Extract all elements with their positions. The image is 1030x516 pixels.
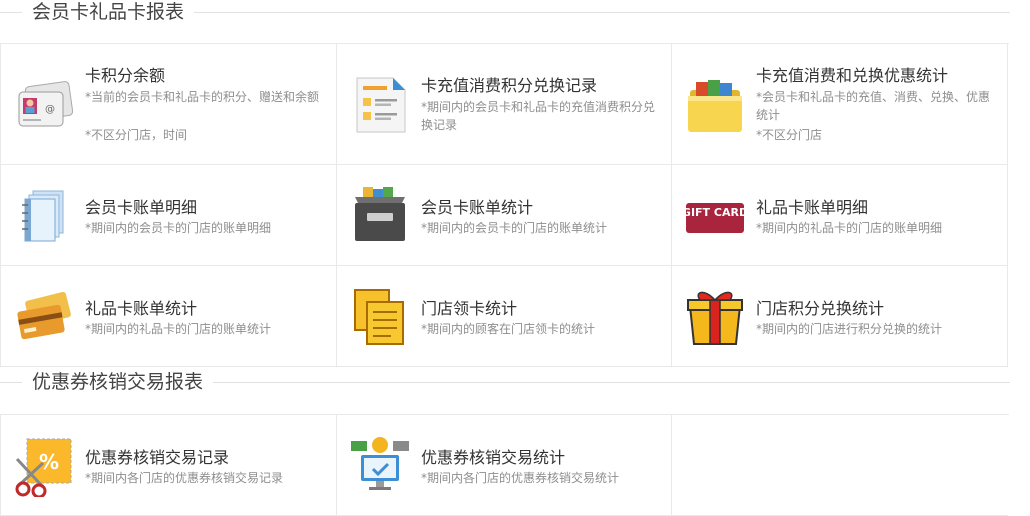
section-heading: 会员卡礼品卡报表 [22, 0, 195, 24]
report-title: 优惠券核销交易统计 [421, 448, 566, 467]
report-description: *期间内的会员卡和礼品卡的充值消费积分兑换记录 [421, 100, 656, 132]
report-description: *期间内的顾客在门店领卡的统计 [421, 322, 596, 336]
empty-cell [672, 415, 1008, 516]
credit-cards-icon [17, 291, 71, 340]
report-grid-member-gift-card: @ 卡积分余额 *当前的会员卡和礼品卡的积分、赠送和余额 *不区分门店，时间 卡… [0, 43, 1009, 367]
report-title: 门店领卡统计 [421, 299, 518, 318]
report-title: 礼品卡账单统计 [85, 299, 198, 318]
report-description: *期间内的礼品卡的门店的账单统计 [85, 322, 272, 336]
address-card-icon: @ [18, 81, 74, 127]
report-title: 优惠券核销交易记录 [85, 448, 230, 467]
payment-monitor-icon [351, 437, 409, 490]
report-description: *期间内各门店的优惠券核销交易记录 [85, 471, 284, 485]
report-grid-coupon: % 优惠券核销交易记录 *期间内各门店的优惠券核销交易记录 优惠券核销交易统计 … [0, 414, 1009, 516]
report-title: 卡充值消费积分兑换记录 [421, 76, 598, 95]
report-title: 卡积分余额 [85, 66, 166, 85]
report-card-card-recharge-stats[interactable]: 卡充值消费和兑换优惠统计 *会员卡和礼品卡的充值、消费、兑换、优惠统计 *不区分… [672, 44, 1008, 165]
report-description: *期间内的会员卡的门店的账单统计 [421, 221, 608, 235]
notebook-icon [22, 190, 64, 242]
gift-card-icon: GIFT CARD [684, 203, 746, 233]
folder-icon [688, 80, 742, 132]
report-card-member-bill-stats[interactable]: 会员卡账单统计 *期间内的会员卡的门店的账单统计 [337, 165, 672, 266]
report-title: 门店积分兑换统计 [756, 299, 885, 318]
section-heading: 优惠券核销交易报表 [22, 370, 214, 394]
report-description: *期间内的门店进行积分兑换的统计 [756, 322, 943, 336]
report-title: 卡充值消费和兑换优惠统计 [756, 66, 949, 85]
coupon-scissors-icon: % [15, 438, 72, 497]
report-card-gift-bill-details[interactable]: GIFT CARD 礼品卡账单明细 *期间内的礼品卡的门店的账单明细 [672, 165, 1008, 266]
report-card-card-points-balance[interactable]: @ 卡积分余额 *当前的会员卡和礼品卡的积分、赠送和余额 *不区分门店，时间 [1, 44, 337, 165]
documents-icon [354, 289, 404, 345]
svg-text:@: @ [45, 104, 55, 115]
section-title-member-gift-card: 会员卡礼品卡报表 [0, 0, 1010, 24]
file-cabinet-icon [355, 187, 405, 241]
report-note: *不区分门店 [756, 128, 823, 142]
report-card-store-card-collection[interactable]: 门店领卡统计 *期间内的顾客在门店领卡的统计 [337, 266, 672, 367]
report-card-gift-bill-stats[interactable]: 礼品卡账单统计 *期间内的礼品卡的门店的账单统计 [1, 266, 337, 367]
report-description: *期间内的礼品卡的门店的账单明细 [756, 221, 943, 235]
report-card-coupon-records[interactable]: % 优惠券核销交易记录 *期间内各门店的优惠券核销交易记录 [1, 415, 337, 516]
gift-box-icon [687, 291, 743, 345]
gift-card-logo-text: GIFT CARD [684, 206, 746, 219]
report-card-coupon-stats[interactable]: 优惠券核销交易统计 *期间内各门店的优惠券核销交易统计 [337, 415, 672, 516]
report-description: *期间内的会员卡的门店的账单明细 [85, 221, 272, 235]
report-description: *期间内各门店的优惠券核销交易统计 [421, 471, 620, 485]
section-title-coupon: 优惠券核销交易报表 [0, 370, 1010, 394]
report-card-store-points-exchange[interactable]: 门店积分兑换统计 *期间内的门店进行积分兑换的统计 [672, 266, 1008, 367]
report-description: *会员卡和礼品卡的充值、消费、兑换、优惠统计 [756, 90, 991, 122]
document-list-icon [356, 77, 406, 133]
report-card-card-recharge-records[interactable]: 卡充值消费积分兑换记录 *期间内的会员卡和礼品卡的充值消费积分兑换记录 [337, 44, 672, 165]
report-title: 会员卡账单统计 [421, 198, 534, 217]
report-card-member-bill-details[interactable]: 会员卡账单明细 *期间内的会员卡的门店的账单明细 [1, 165, 337, 266]
report-title: 会员卡账单明细 [85, 198, 198, 217]
report-note: *不区分门店，时间 [85, 128, 188, 142]
report-description: *当前的会员卡和礼品卡的积分、赠送和余额 [85, 90, 320, 104]
report-title: 礼品卡账单明细 [756, 198, 869, 217]
